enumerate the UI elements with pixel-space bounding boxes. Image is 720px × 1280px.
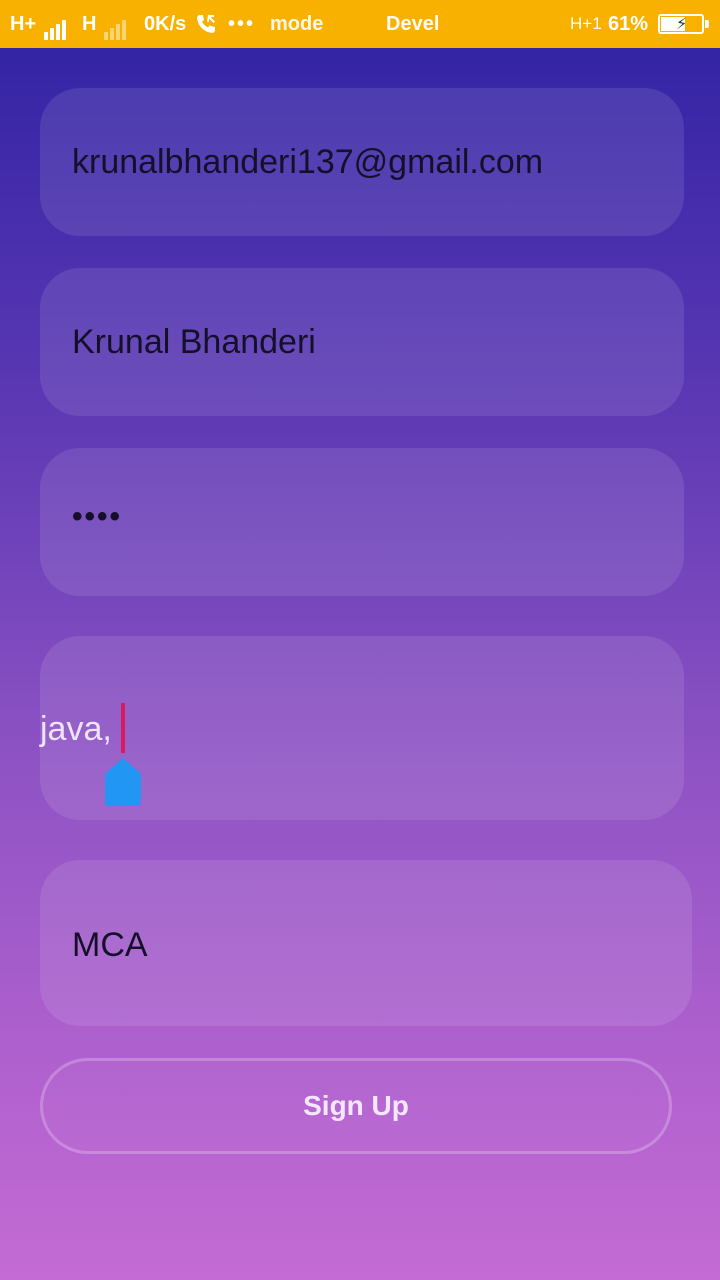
skills-field[interactable]: java, bbox=[40, 636, 684, 820]
degree-field[interactable]: MCA bbox=[40, 860, 692, 1026]
name-field[interactable]: Krunal Bhanderi bbox=[40, 268, 684, 416]
text-cursor bbox=[121, 703, 125, 753]
password-field-value: •••• bbox=[72, 500, 123, 533]
battery-charging-icon: ⚡ bbox=[658, 14, 704, 34]
battery-percent: 61% bbox=[608, 13, 649, 35]
network-speed: 0K/s bbox=[144, 13, 187, 35]
network-type-2: H bbox=[82, 12, 127, 40]
more-notifications-icon: ••• bbox=[228, 13, 256, 35]
email-field-value: krunalbhanderi137@gmail.com bbox=[72, 143, 544, 181]
skills-field-value: java, bbox=[40, 710, 112, 748]
sign-up-button[interactable]: Sign Up bbox=[40, 1058, 672, 1154]
password-field[interactable]: •••• bbox=[40, 448, 684, 596]
signal-icon bbox=[42, 16, 66, 40]
network-type-1: H+ bbox=[10, 12, 66, 40]
signal-icon-2 bbox=[102, 16, 127, 40]
email-field[interactable]: krunalbhanderi137@gmail.com bbox=[40, 88, 684, 236]
notification-devel-text: Devel bbox=[386, 13, 440, 35]
degree-field-value: MCA bbox=[72, 926, 148, 964]
notification-mode-text: mode bbox=[270, 13, 324, 35]
battery-tip bbox=[705, 20, 709, 28]
cursor-handle-icon[interactable] bbox=[105, 758, 141, 806]
status-bar: H+ H 0K/s ••• mode Devel H+1 61% ⚡ bbox=[0, 0, 720, 48]
call-icon bbox=[194, 12, 218, 42]
name-field-value: Krunal Bhanderi bbox=[72, 323, 316, 361]
network-type-3: H+1 bbox=[570, 14, 602, 33]
